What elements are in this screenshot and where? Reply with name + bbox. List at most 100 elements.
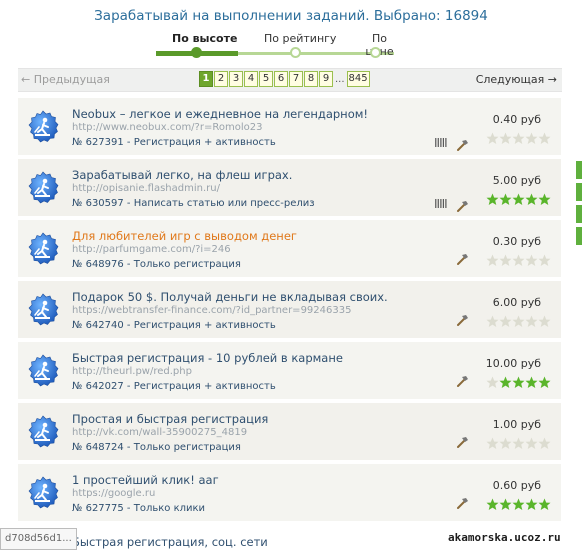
star-icon <box>512 252 525 266</box>
star-icon <box>525 374 538 388</box>
hammer-icon[interactable] <box>456 312 470 326</box>
task-meta: № 642027 - Регистрация + активность <box>72 381 276 392</box>
hammer-icon[interactable] <box>456 137 470 151</box>
star-icon <box>538 435 551 449</box>
task-url: http://vk.com/wall-35900275_4819 <box>72 427 248 438</box>
sort-dot-rating[interactable] <box>290 47 301 58</box>
task-url: https://google.ru <box>72 488 156 499</box>
star-icon <box>525 313 538 327</box>
task-price: 1.00 руб <box>492 418 541 431</box>
task-title-link[interactable]: Подарок 50 $. Получай деньги не вкладыва… <box>72 290 388 304</box>
task-row[interactable]: Простая и быстрая регистрация http://vk.c… <box>18 403 561 461</box>
hammer-icon[interactable] <box>456 495 470 509</box>
side-indicators <box>576 161 582 249</box>
task-url: https://webtransfer-finance.com/?id_part… <box>72 305 352 316</box>
worker-badge-icon <box>26 415 60 449</box>
rating-stars <box>486 130 551 144</box>
star-icon <box>486 191 499 205</box>
star-icon <box>499 130 512 144</box>
page-link-last[interactable]: 845 <box>346 71 370 87</box>
rating-stars <box>486 496 551 510</box>
star-icon <box>538 191 551 205</box>
task-price: 0.40 руб <box>492 113 541 126</box>
task-title-partial[interactable]: Быстрая регистрация, соц. сети <box>72 535 268 549</box>
star-icon <box>499 435 512 449</box>
page-list: 1 2 3 4 5 6 7 8 9... 845 <box>199 71 370 87</box>
star-icon <box>486 313 499 327</box>
task-title-link[interactable]: Зарабатывай легко, на флеш играх. <box>72 168 292 182</box>
site-watermark: akamorska.ucoz.ru <box>448 531 561 544</box>
worker-badge-icon <box>26 110 60 144</box>
task-row[interactable]: Быстрая регистрация - 10 рублей в карман… <box>18 342 561 400</box>
sort-dot-price[interactable] <box>370 47 381 58</box>
worker-badge-icon <box>26 476 60 510</box>
hammer-icon[interactable] <box>456 251 470 265</box>
task-url: http://theurl.pw/red.php <box>72 366 192 377</box>
prev-page-link[interactable]: ← Предыдущая <box>21 73 110 86</box>
worker-badge-icon <box>26 354 60 388</box>
task-row[interactable]: 1 простейший клик! ааг https://google.ru №… <box>18 464 561 522</box>
task-row[interactable]: Подарок 50 $. Получай деньги не вкладыва… <box>18 281 561 339</box>
worker-badge-icon <box>26 293 60 327</box>
star-icon <box>499 496 512 510</box>
star-icon <box>486 252 499 266</box>
task-title-link[interactable]: Простая и быстрая регистрация <box>72 412 268 426</box>
star-icon <box>486 496 499 510</box>
task-title-link[interactable]: Neobux – легкое и ежедневное на легендар… <box>72 107 368 121</box>
task-meta: № 630597 - Написать статью или пресс-рел… <box>72 198 315 209</box>
rating-stars <box>486 374 551 388</box>
page-link[interactable]: 5 <box>259 71 273 87</box>
task-title-link[interactable]: 1 простейший клик! ааг <box>72 473 219 487</box>
task-price: 6.00 руб <box>492 296 541 309</box>
next-page-link[interactable]: Следующая → <box>476 73 557 86</box>
task-row[interactable]: Для любителей игр с выводом денег http://… <box>18 220 561 278</box>
page-link[interactable]: 7 <box>289 71 303 87</box>
task-title-link[interactable]: Для любителей игр с выводом денег <box>72 229 297 243</box>
star-icon <box>538 130 551 144</box>
star-icon <box>538 313 551 327</box>
star-icon <box>499 374 512 388</box>
task-price: 0.60 руб <box>492 479 541 492</box>
hammer-icon[interactable] <box>456 434 470 448</box>
hammer-icon[interactable] <box>456 198 470 212</box>
task-price: 0.30 руб <box>492 235 541 248</box>
sort-by-height[interactable]: По высоте <box>172 32 237 45</box>
task-price: 10.00 руб <box>485 357 541 370</box>
star-icon <box>525 435 538 449</box>
page-link[interactable]: 6 <box>274 71 288 87</box>
star-icon <box>499 191 512 205</box>
pagination: ← Предыдущая 1 2 3 4 5 6 7 8 9... 845 Следующая → <box>18 68 562 92</box>
page-link[interactable]: 8 <box>304 71 318 87</box>
hash-label: d708d56d1... <box>0 528 77 550</box>
sort-by-rating[interactable]: По рейтингу <box>264 32 336 45</box>
task-title-link[interactable]: Быстрая регистрация - 10 рублей в карман… <box>72 351 343 365</box>
page-link[interactable]: 1 <box>199 71 213 87</box>
star-icon <box>486 435 499 449</box>
sort-bar: По высоте По рейтингу По цене <box>152 32 396 60</box>
star-icon <box>538 252 551 266</box>
sort-dot-height[interactable] <box>191 47 202 58</box>
page-link[interactable]: 9 <box>319 71 333 87</box>
task-url: http://www.neobux.com/?r=Romolo23 <box>72 122 263 133</box>
star-icon <box>512 435 525 449</box>
star-icon <box>512 191 525 205</box>
page-link[interactable]: 3 <box>229 71 243 87</box>
hammer-icon[interactable] <box>456 373 470 387</box>
star-icon <box>512 313 525 327</box>
task-row[interactable]: Зарабатывай легко, на флеш играх. http://… <box>18 159 561 217</box>
task-meta: № 627775 - Только клики <box>72 503 206 514</box>
task-row[interactable]: Neobux – легкое и ежедневное на легендар… <box>18 98 561 156</box>
star-icon <box>538 374 551 388</box>
page-link[interactable]: 4 <box>244 71 258 87</box>
task-meta: № 642740 - Регистрация + активность <box>72 320 276 331</box>
star-icon <box>538 496 551 510</box>
worker-badge-icon <box>26 232 60 266</box>
page-link[interactable]: 2 <box>214 71 228 87</box>
star-icon <box>525 130 538 144</box>
star-icon <box>499 252 512 266</box>
star-icon <box>525 496 538 510</box>
rating-stars <box>486 252 551 266</box>
task-price: 5.00 руб <box>492 174 541 187</box>
task-meta: № 627391 - Регистрация + активность <box>72 137 276 148</box>
task-meta: № 648976 - Только регистрация <box>72 259 241 270</box>
